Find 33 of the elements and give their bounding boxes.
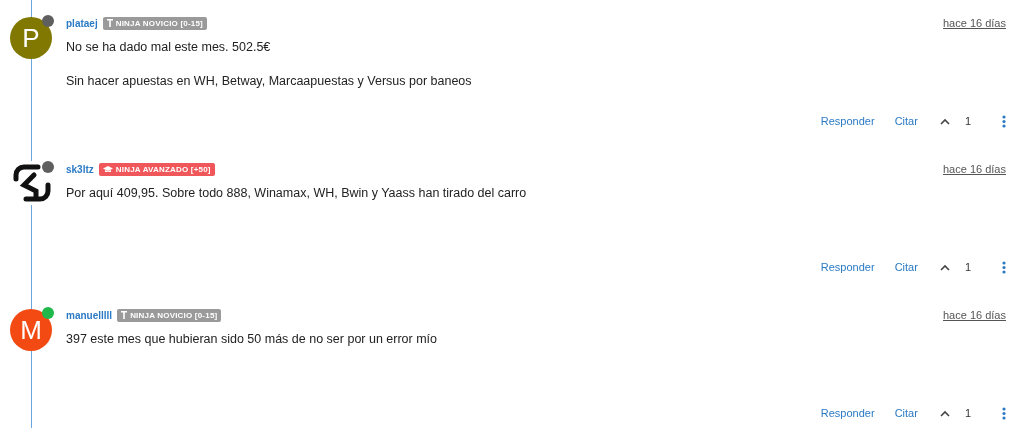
author-link[interactable]: plataej	[66, 17, 98, 29]
more-options-icon[interactable]	[1002, 406, 1006, 420]
figure-icon	[121, 311, 128, 319]
figure-icon	[106, 19, 113, 27]
graduation-cap-icon	[102, 165, 113, 173]
timestamp-link[interactable]: hace 16 días	[943, 17, 1006, 29]
avatar: P	[10, 17, 52, 59]
more-options-icon[interactable]	[1002, 260, 1006, 274]
badge-label: NINJA AVANZADO [+50]	[115, 164, 211, 174]
vote-count: 1	[964, 261, 971, 273]
timestamp-link[interactable]: hace 16 días	[943, 309, 1006, 321]
upvote-icon[interactable]	[939, 409, 950, 417]
timestamp-link[interactable]: hace 16 días	[943, 163, 1006, 175]
badge-label: NINJA NOVICIO [0-15]	[115, 18, 203, 28]
reply-button[interactable]: Responder	[820, 261, 875, 273]
quote-button[interactable]: Citar	[894, 407, 918, 419]
reply-button[interactable]: Responder	[820, 407, 875, 419]
badge-label: NINJA NOVICIO [0-15]	[130, 310, 218, 320]
comment-text: Sin hacer apuestas en WH, Betway, Marcaapuestas y Versus por baneos	[66, 73, 473, 89]
quote-button[interactable]: Citar	[894, 261, 918, 273]
comment-text: No se ha dado mal este mes. 502.5€	[66, 39, 272, 55]
vote-count: 1	[964, 115, 971, 127]
more-options-icon[interactable]	[1002, 114, 1006, 128]
author-link[interactable]: manuelllll	[66, 309, 113, 321]
vote-count: 1	[964, 407, 971, 419]
reply-button[interactable]: Responder	[820, 115, 875, 127]
upvote-icon[interactable]	[939, 117, 950, 125]
author-link[interactable]: sk3ltz	[66, 163, 94, 175]
avatar: M	[10, 309, 52, 351]
comment-text: Por aquí 409,95. Sobre todo 888, Winamax, WH, Bwin y Yaass han tirado del carro	[66, 185, 528, 201]
comment-text: 397 este mes que hubieran sido 50 más de no ser por un error mío	[66, 331, 439, 347]
upvote-icon[interactable]	[939, 263, 950, 271]
quote-button[interactable]: Citar	[894, 115, 918, 127]
